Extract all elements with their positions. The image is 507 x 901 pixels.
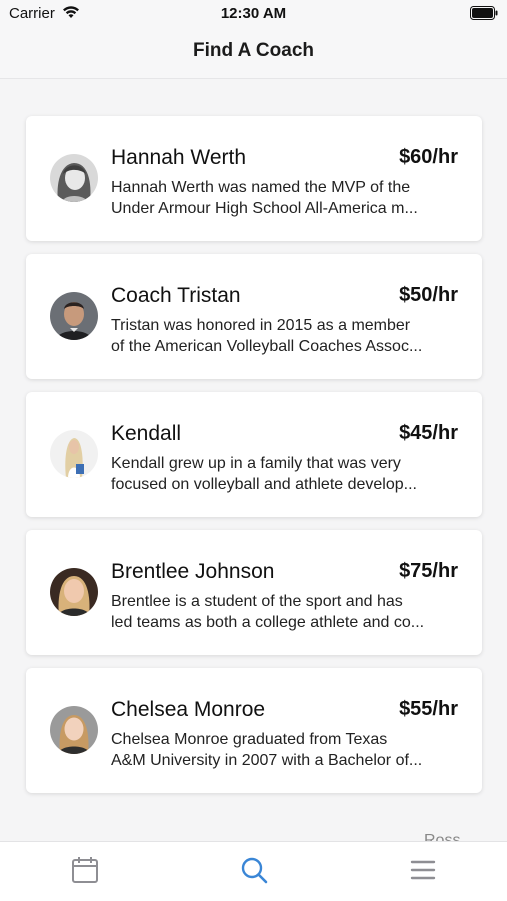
coach-bio-line: Hannah Werth was named the MVP of the (111, 179, 411, 196)
menu-icon (408, 855, 438, 890)
coach-bio-line: Brentlee is a student of the sport and h… (111, 593, 403, 610)
coach-card[interactable]: Coach Tristan $50/hr Tristan was honored… (26, 254, 482, 379)
search-icon (239, 855, 269, 890)
coach-card[interactable]: Hannah Werth $60/hr Hannah Werth was nam… (26, 116, 482, 241)
coach-avatar (50, 292, 98, 340)
coach-name: Brentlee Johnson (111, 560, 275, 583)
coach-bio-line: focused on volleyball and athlete develo… (111, 476, 417, 493)
tab-calendar[interactable] (65, 854, 105, 890)
coach-bio-line: Under Armour High School All-America m..… (111, 200, 418, 217)
next-item-peek-text: Ross (424, 833, 460, 841)
coach-name: Kendall (111, 422, 182, 445)
coach-rate: $45/hr (399, 422, 458, 444)
coach-list: Hannah Werth $60/hr Hannah Werth was nam… (26, 116, 482, 806)
coach-bio: Kendall grew up in a family that was ver… (111, 453, 458, 495)
coach-name: Chelsea Monroe (111, 698, 266, 721)
coach-avatar (50, 706, 98, 754)
coach-avatar (50, 568, 98, 616)
coach-card[interactable]: Brentlee Johnson $75/hr Brentlee is a st… (26, 530, 482, 655)
coach-bio: Brentlee is a student of the sport and h… (111, 591, 458, 633)
tab-menu[interactable] (403, 854, 443, 890)
status-bar: Carrier 12:30 AM (0, 0, 507, 28)
coach-bio: Tristan was honored in 2015 as a member … (111, 315, 458, 357)
battery-icon (470, 6, 498, 20)
coach-bio: Hannah Werth was named the MVP of the Un… (111, 177, 458, 219)
coach-avatar (50, 430, 98, 478)
coach-rate: $60/hr (399, 146, 458, 168)
coach-bio-line: of the American Volleyball Coaches Assoc… (111, 338, 423, 355)
coach-bio: Chelsea Monroe graduated from Texas A&M … (111, 729, 458, 771)
coach-bio-line: led teams as both a college athlete and … (111, 614, 425, 631)
coach-card[interactable]: Kendall $45/hr Kendall grew up in a fami… (26, 392, 482, 517)
coach-rate: $75/hr (399, 560, 458, 582)
coach-name: Hannah Werth (111, 146, 247, 169)
status-time: 12:30 AM (220, 5, 287, 22)
coach-avatar (50, 154, 98, 202)
coach-bio-line: Tristan was honored in 2015 as a member (111, 317, 411, 334)
coach-name: Coach Tristan (111, 284, 241, 307)
coach-rate: $50/hr (399, 284, 458, 306)
tab-search[interactable] (234, 854, 274, 890)
coach-bio-line: A&M University in 2007 with a Bachelor o… (111, 752, 423, 769)
coach-bio-line: Chelsea Monroe graduated from Texas (111, 731, 388, 748)
tab-bar (0, 841, 507, 901)
coach-bio-line: Kendall grew up in a family that was ver… (111, 455, 401, 472)
calendar-icon (70, 855, 100, 890)
navigation-bar: Find A Coach (0, 28, 507, 79)
coach-rate: $55/hr (399, 698, 458, 720)
coach-card[interactable]: Chelsea Monroe $55/hr Chelsea Monroe gra… (26, 668, 482, 793)
page-title: Find A Coach (192, 40, 315, 61)
